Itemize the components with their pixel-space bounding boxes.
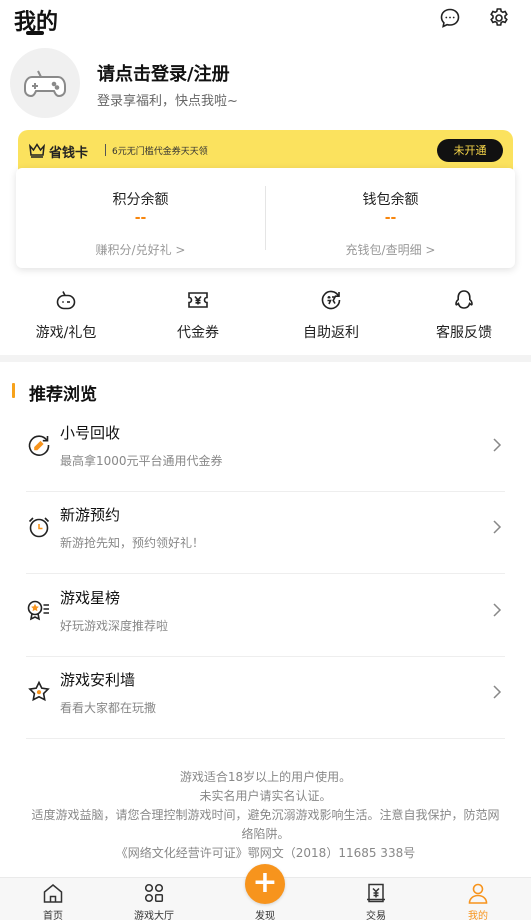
divider	[26, 738, 505, 739]
list-item-game-recommend-wall[interactable]: 游戏安利墙 看看大家都在玩撒	[0, 657, 531, 739]
tab-label: 首页	[43, 911, 63, 920]
notice-line: 游戏适合18岁以上的用户使用。	[179, 770, 352, 784]
user-icon	[466, 882, 490, 904]
wallet-balance-label: 钱包余额	[362, 192, 419, 208]
login-title[interactable]: 请点击登录/注册	[97, 60, 230, 86]
message-icon[interactable]	[438, 6, 462, 30]
wallet-balance-value: --	[384, 210, 397, 226]
chevron-right-icon	[493, 685, 502, 699]
trade-icon	[364, 882, 388, 904]
quick-action-label: 代金券	[177, 325, 219, 341]
list-item-subtitle: 看看大家都在玩撒	[60, 701, 157, 715]
service-icon	[452, 288, 476, 312]
quick-actions: 游戏/礼包 代金券 自助返利 客服反馈	[0, 282, 531, 348]
divider	[26, 573, 505, 574]
wallet-balance-link[interactable]: 充钱包/查明细 >	[266, 241, 515, 258]
list-item-account-recycle[interactable]: 小号回收 最高拿1000元平台通用代金券	[0, 410, 531, 492]
grid-icon	[142, 882, 166, 904]
points-balance[interactable]: 积分余额 -- 赚积分/兑好礼 >	[16, 168, 265, 268]
quick-action-rebate[interactable]: 自助返利	[265, 282, 397, 348]
title-underline	[26, 31, 44, 35]
quick-action-vouchers[interactable]: 代金券	[132, 282, 264, 348]
star-list-icon	[26, 597, 52, 623]
login-subtitle: 登录享福利，快点我啦~	[97, 94, 238, 109]
list-item-subtitle: 最高拿1000元平台通用代金券	[60, 454, 223, 468]
tab-label: 我的	[468, 911, 488, 920]
star-badge-icon	[26, 679, 52, 705]
chevron-right-icon	[493, 603, 502, 617]
tab-mine[interactable]: 我的	[425, 878, 531, 920]
section-marker	[12, 383, 15, 398]
home-icon	[41, 882, 65, 904]
vip-card-description: 6元无门槛代金券天天领	[112, 147, 208, 157]
alarm-clock-icon	[26, 514, 52, 540]
list-item-game-star-ranking[interactable]: 游戏星榜 好玩游戏深度推荐啦	[0, 575, 531, 657]
tab-label: 发现	[255, 911, 275, 920]
list-item-title: 小号回收	[60, 424, 121, 442]
chevron-right-icon	[493, 520, 502, 534]
section-title: 推荐浏览	[29, 385, 97, 405]
vip-separator	[105, 144, 106, 156]
vip-card-banner[interactable]: 省钱卡 6元无门槛代金券天天领 未开通	[18, 130, 513, 172]
age-notice: 游戏适合18岁以上的用户使用。 未实名用户请实名认证。 适度游戏益脑，请您合理控…	[0, 768, 531, 863]
list-item-title: 游戏星榜	[60, 589, 121, 607]
voucher-icon	[186, 288, 210, 312]
chevron-right-icon	[493, 438, 502, 452]
points-balance-link[interactable]: 赚积分/兑好礼 >	[16, 241, 265, 258]
tab-game-hall[interactable]: 游戏大厅	[101, 878, 207, 920]
quick-action-label: 自助返利	[303, 325, 359, 341]
tab-label: 交易	[366, 911, 386, 920]
wallet-balance[interactable]: 钱包余额 -- 充钱包/查明细 >	[266, 168, 515, 268]
notice-line: 《网络文化经营许可证》鄂网文（2018）11685 338号	[115, 846, 416, 860]
quick-action-label: 游戏/礼包	[35, 325, 97, 341]
balance-card: 积分余额 -- 赚积分/兑好礼 > 钱包余额 -- 充钱包/查明细 >	[16, 168, 515, 268]
gamepad-icon	[54, 288, 78, 312]
tab-trade[interactable]: 交易	[323, 878, 429, 920]
settings-icon[interactable]	[487, 6, 511, 30]
list-item-title: 新游预约	[60, 506, 121, 524]
crown-icon	[28, 143, 46, 158]
vip-card-name: 省钱卡	[49, 146, 89, 161]
list-item-title: 游戏安利墙	[60, 671, 136, 689]
tab-home[interactable]: 首页	[0, 878, 106, 920]
discover-plus-button[interactable]: +	[245, 864, 285, 904]
section-gap	[0, 355, 531, 362]
notice-line: 络陷阱。	[241, 827, 290, 841]
notice-line: 适度游戏益脑，请您合理控制游戏时间，避免沉溺游戏影响生活。注意自我保护，防范网	[31, 808, 500, 822]
quick-action-customer-service[interactable]: 客服反馈	[398, 282, 530, 348]
list-item-subtitle: 新游抢先知，预约领好礼！	[60, 536, 205, 550]
vip-open-button[interactable]: 未开通	[437, 139, 503, 162]
header: 我的	[0, 0, 531, 42]
profile-section[interactable]: 请点击登录/注册 登录享福利，快点我啦~	[0, 44, 531, 124]
recycle-icon	[26, 432, 52, 458]
points-balance-value: --	[134, 210, 147, 226]
plus-icon: +	[252, 864, 278, 900]
rebate-icon	[319, 288, 343, 312]
points-balance-label: 积分余额	[112, 192, 169, 208]
list-item-subtitle: 好玩游戏深度推荐啦	[60, 619, 169, 633]
list-item-new-game-reservation[interactable]: 新游预约 新游抢先知，预约领好礼！	[0, 492, 531, 574]
avatar[interactable]	[10, 48, 80, 118]
quick-action-games-gifts[interactable]: 游戏/礼包	[0, 282, 132, 348]
gamepad-icon	[24, 70, 66, 98]
quick-action-label: 客服反馈	[436, 325, 492, 341]
notice-line: 未实名用户请实名认证。	[199, 789, 332, 803]
tab-label: 游戏大厅	[134, 911, 174, 920]
